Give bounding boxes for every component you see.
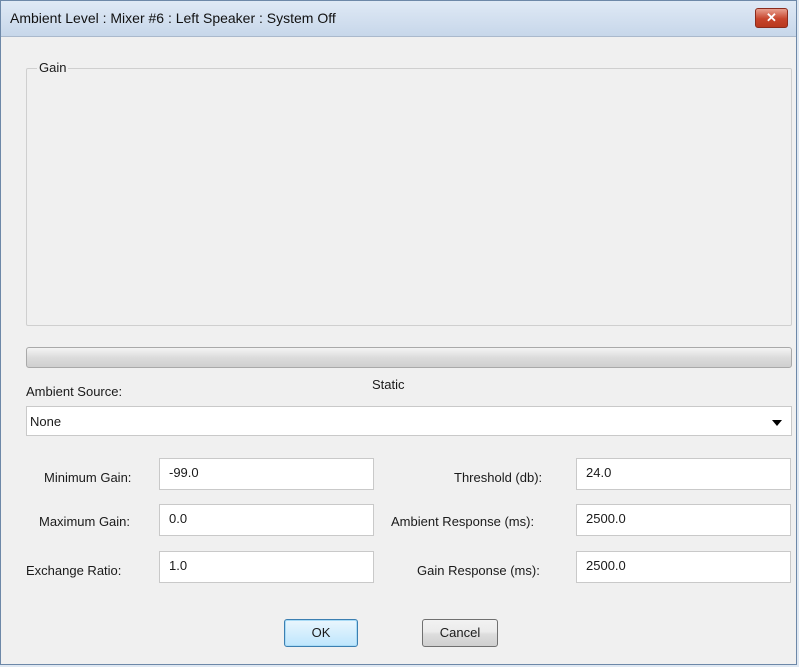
ambient-source-dropdown[interactable]: None (26, 406, 792, 436)
cancel-button[interactable]: Cancel (422, 619, 498, 647)
gain-response-label: Gain Response (ms): (417, 563, 540, 578)
ambient-source-status: Static (372, 377, 405, 392)
close-button[interactable]: ✕ (755, 8, 788, 28)
ambient-response-input[interactable]: 2500.0 (576, 504, 791, 536)
title-bar[interactable]: Ambient Level : Mixer #6 : Left Speaker … (1, 1, 796, 37)
maximum-gain-label: Maximum Gain: (39, 514, 131, 529)
threshold-label: Threshold (db): (454, 470, 543, 485)
exchange-ratio-input[interactable]: 1.0 (159, 551, 374, 583)
threshold-input[interactable]: 24.0 (576, 458, 791, 490)
gain-group: Gain (26, 60, 792, 326)
ambient-source-label: Ambient Source: (26, 384, 123, 399)
gain-response-input[interactable]: 2500.0 (576, 551, 791, 583)
dropdown-arrow-icon[interactable] (772, 420, 782, 426)
gain-group-label: Gain (37, 60, 69, 75)
minimum-gain-label: Minimum Gain: (44, 470, 132, 485)
maximum-gain-input[interactable]: 0.0 (159, 504, 374, 536)
minimum-gain-input[interactable]: -99.0 (159, 458, 374, 490)
dialog-window: Ambient Level : Mixer #6 : Left Speaker … (0, 0, 797, 665)
close-icon: ✕ (766, 10, 777, 25)
exchange-ratio-label: Exchange Ratio: (26, 563, 122, 578)
ambient-response-label: Ambient Response (ms): (391, 514, 535, 529)
ambient-source-selected: None (30, 414, 62, 429)
ok-button[interactable]: OK (284, 619, 358, 647)
window-title: Ambient Level : Mixer #6 : Left Speaker … (10, 10, 336, 26)
gain-level-bar (26, 347, 792, 368)
